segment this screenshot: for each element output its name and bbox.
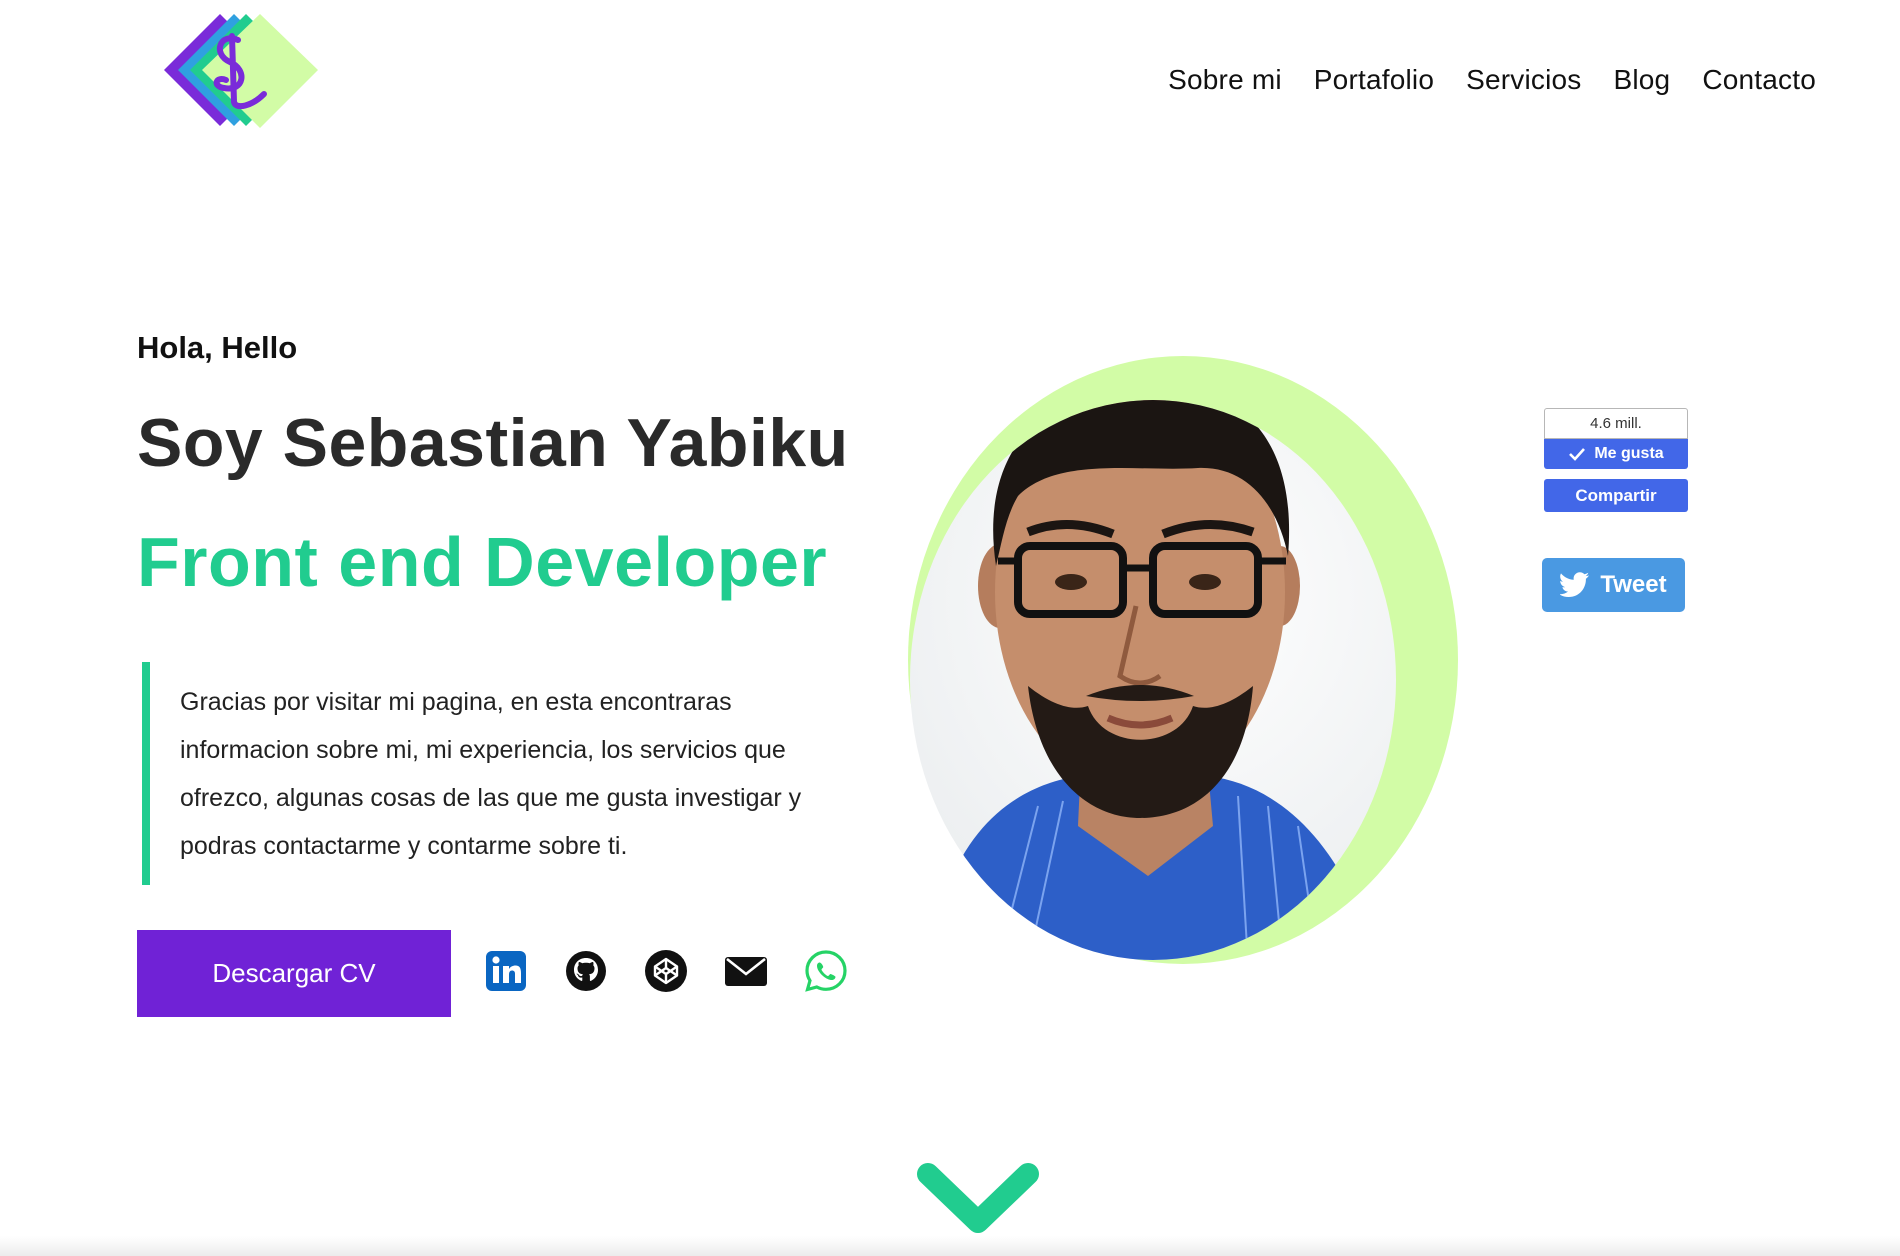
nav-portafolio[interactable]: Portafolio: [1314, 64, 1434, 96]
tweet-button[interactable]: Tweet: [1542, 558, 1685, 612]
whatsapp-icon[interactable]: [803, 948, 849, 994]
site-logo[interactable]: [160, 10, 322, 132]
facebook-like-button[interactable]: Me gusta: [1544, 439, 1688, 469]
download-cv-button[interactable]: Descargar CV: [137, 930, 451, 1017]
facebook-share-button[interactable]: Compartir: [1544, 479, 1688, 512]
social-links: [483, 948, 849, 994]
nav-contacto[interactable]: Contacto: [1702, 64, 1816, 96]
intro-text: Gracias por visitar mi pagina, en esta e…: [180, 688, 802, 860]
role-title: Front end Developer: [137, 523, 828, 601]
like-label: Me gusta: [1594, 445, 1664, 462]
nav-blog[interactable]: Blog: [1613, 64, 1670, 96]
twitter-bird-icon: [1560, 572, 1590, 597]
main-nav: Sobre mi Portafolio Servicios Blog Conta…: [1168, 64, 1816, 96]
nav-servicios[interactable]: Servicios: [1466, 64, 1581, 96]
greeting: Hola, Hello: [137, 330, 298, 365]
github-icon[interactable]: [563, 948, 609, 994]
facebook-widget: 4.6 mill. Me gusta Compartir: [1544, 408, 1688, 512]
page: Sobre mi Portafolio Servicios Blog Conta…: [0, 0, 1900, 1256]
tweet-label: Tweet: [1600, 571, 1667, 598]
section-divider: [0, 1236, 1900, 1256]
intro-quote: Gracias por visitar mi pagina, en esta e…: [142, 662, 842, 885]
codepen-icon[interactable]: [643, 948, 689, 994]
like-count: 4.6 mill.: [1544, 408, 1688, 439]
profile-photo: [908, 356, 1458, 964]
chevron-down-icon[interactable]: [914, 1160, 1042, 1240]
email-icon[interactable]: [723, 948, 769, 994]
nav-sobre-mi[interactable]: Sobre mi: [1168, 64, 1282, 96]
linkedin-icon[interactable]: [483, 948, 529, 994]
check-icon: [1569, 448, 1586, 461]
page-title: Soy Sebastian Yabiku: [137, 405, 849, 481]
